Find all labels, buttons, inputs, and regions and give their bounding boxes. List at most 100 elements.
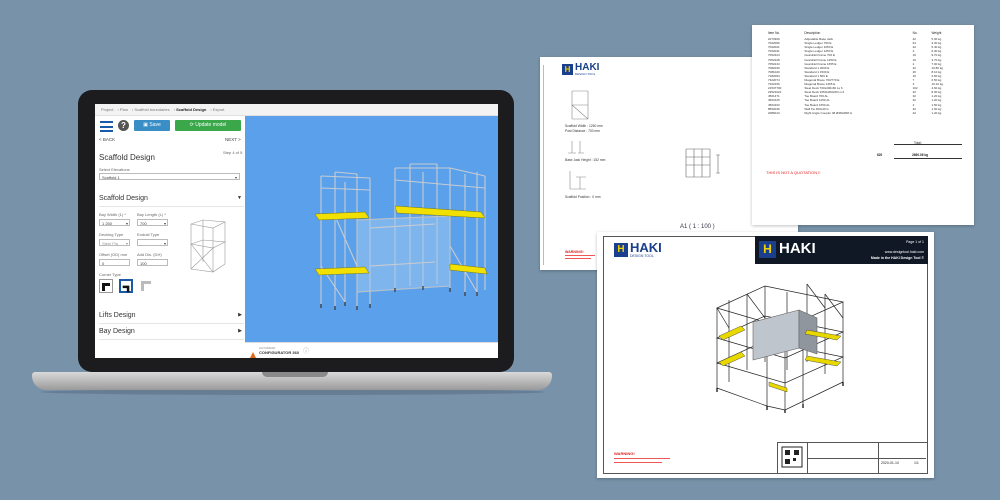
bay-width-value: 1 250 [102, 221, 113, 226]
chevron-down-icon: ▾ [125, 241, 128, 246]
add-dist-input[interactable]: 100 [137, 259, 168, 266]
select-elevations-value: Scaffold 1 [102, 175, 120, 180]
scaffold-width-sketch [571, 90, 589, 120]
haki-banner-icon: H [759, 241, 776, 258]
qr-code-icon [778, 443, 808, 473]
haki-logo-text: HAKI [575, 62, 600, 73]
base-jack-text: Base Jack Height : 152 mm [565, 158, 606, 162]
not-quotation-text: THIS IS NOT A QUOTATION !! [766, 170, 821, 175]
corner-type-option-2[interactable] [119, 279, 133, 293]
section-bay-label: Bay Design [99, 328, 135, 335]
parts-table-body: 2073309 Adjustable Base Jack 42 5.00 kg 7022… [766, 37, 962, 115]
scaffold-position-sketch [569, 171, 586, 190]
decking-type-dropdown[interactable]: Steel Pla ▾ [99, 239, 130, 246]
page-indicator: Page 1 of 1 [906, 240, 924, 244]
hamburger-menu-icon[interactable] [100, 121, 113, 132]
table-cell: 1.20 kg [931, 110, 942, 115]
table-row: 2086013 Right Angle Coupler 48 Ø48xØ48 G 4… [766, 111, 962, 115]
endrail-type-label: Endrail Type [137, 232, 160, 237]
decking-type-value: Steel Pla [102, 241, 119, 246]
update-label: Update model [195, 122, 227, 128]
table-cell: 2086013 [768, 110, 780, 115]
add-dist-label: Add Dis. (DH) [137, 252, 162, 257]
chevron-right-icon: ▶ [238, 328, 242, 334]
site-url: www.designtool.haki.com [884, 250, 924, 254]
chevron-down-icon: ▼ [237, 195, 242, 201]
save-button[interactable]: ▣ Save [134, 120, 170, 131]
haki-banner: H HAKI Page 1 of 1 www.designtool.haki.c… [755, 236, 928, 264]
breadcrumb-item[interactable]: Export [213, 107, 225, 112]
parts-table: Item No. Description No. Weight 2073309 A… [766, 31, 962, 115]
breadcrumb-current: Scaffold Design [176, 107, 207, 112]
warning-text: WARNING! [565, 250, 584, 254]
chevron-down-icon: ▾ [163, 221, 166, 226]
corner-type-label: Corner Type [99, 272, 121, 277]
offset-label: Offset (OD) mm [99, 252, 128, 257]
section-scaffold-design[interactable]: Scaffold Design ▼ [99, 195, 244, 207]
haki-logo-icon: H [562, 64, 573, 75]
haki-logo: H HAKI DESIGN TOOL [562, 63, 599, 76]
select-elevations-dropdown[interactable]: Scaffold 1 ▾ [99, 173, 240, 180]
corner-type-option-1[interactable] [99, 279, 113, 293]
add-dist-value: 100 [140, 261, 147, 266]
info-icon[interactable]: ⓘ [303, 346, 309, 355]
total-label: Total: [914, 141, 922, 145]
table-cell: Right Angle Coupler 48 Ø48xØ48 G [804, 110, 853, 115]
scaffold-width-text: Scaffold Width : 1250 mm [565, 124, 603, 128]
warning-text: WARNING! [614, 451, 635, 456]
haki-logo-icon: H [614, 243, 628, 257]
laptop-notch [262, 372, 328, 377]
made-in-text: Made in the HAKI Design Tool © [870, 256, 924, 260]
title-block: 2020-01-10 1/1 [777, 442, 927, 473]
breadcrumb: Project › Plan › Scaffold boundaries › Scaf… [95, 104, 498, 116]
footer-brand: CONFIGURATOR 360 [259, 350, 300, 355]
offset-value: 0 [102, 261, 105, 266]
offset-input[interactable]: 0 [99, 259, 130, 266]
drawing-scale: A1 ( 1 : 100 ) [680, 224, 715, 230]
bay-length-dropdown[interactable]: 700 ▾ [137, 219, 168, 226]
autodesk-logo-icon [249, 346, 257, 358]
decking-type-label: Decking Type [99, 232, 124, 237]
section-lifts-label: Lifts Design [99, 312, 136, 319]
sheet-number: 1/1 [914, 461, 919, 465]
isometric-scaffold-drawing [716, 283, 845, 413]
haki-logo-text: HAKI [630, 240, 662, 255]
design-panel: ? ▣ Save ⟳ Update model < BACK NEXT > St… [95, 116, 246, 358]
scaffold-3d-model [314, 163, 488, 310]
base-jack-sketch [568, 141, 584, 154]
step-indicator: Step 4 of 5 [223, 150, 243, 155]
bay-length-label: Bay Length (L) * [137, 212, 166, 217]
post-distance-text: Post Distance : 700 mm [565, 129, 600, 133]
total-count: 620 [877, 153, 883, 157]
haki-banner-logo: HAKI [779, 240, 816, 257]
elevation-sketch [685, 148, 720, 178]
drawing-date: 2020-01-10 [881, 461, 899, 465]
laptop-screen: Project › Plan › Scaffold boundaries › Scaf… [95, 104, 498, 358]
page-title: Scaffold Design [99, 153, 155, 162]
back-link[interactable]: < BACK [99, 137, 115, 142]
chevron-right-icon: ▶ [238, 312, 242, 318]
total-weight: 2660.06 kg [912, 153, 929, 157]
breadcrumb-item[interactable]: Project [101, 107, 113, 112]
chevron-down-icon: ▾ [125, 221, 128, 226]
scaffold-diagram-icon [190, 219, 227, 273]
3d-viewport[interactable] [245, 116, 498, 342]
update-model-button[interactable]: ⟳ Update model [175, 120, 241, 131]
section-scaffold-label: Scaffold Design [99, 195, 148, 202]
save-label: Save [149, 122, 161, 128]
breadcrumb-item[interactable]: Scaffold boundaries [134, 107, 169, 112]
haki-logo: H HAKI DESIGN TOOL [614, 240, 662, 258]
section-bay-design[interactable]: Bay Design ▶ [99, 328, 244, 340]
corner-type-option-3[interactable] [139, 279, 153, 293]
endrail-type-dropdown[interactable]: ▾ [137, 239, 168, 246]
section-lifts-design[interactable]: Lifts Design ▶ [99, 312, 244, 324]
parts-list-sheet: Item No. Description No. Weight 2073309 A… [752, 25, 974, 225]
breadcrumb-item[interactable]: Plan [120, 107, 128, 112]
chevron-down-icon: ▾ [163, 241, 166, 246]
help-icon[interactable]: ? [118, 120, 129, 131]
bay-width-dropdown[interactable]: 1 250 ▾ [99, 219, 130, 226]
bay-width-label: Bay Width (1) * [99, 212, 126, 217]
next-link[interactable]: NEXT > [225, 137, 241, 142]
bay-length-value: 700 [140, 221, 147, 226]
select-elevations-label: Select Elevations [99, 167, 130, 172]
